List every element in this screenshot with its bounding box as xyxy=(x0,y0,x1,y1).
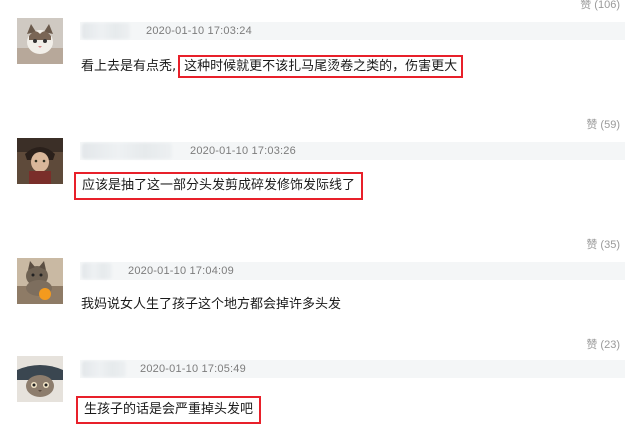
comment-meta: 2020-01-10 17:04:09 xyxy=(80,262,625,280)
username-blurred[interactable] xyxy=(82,263,112,279)
like-button[interactable]: 赞 (23) xyxy=(586,336,620,352)
comment-meta: 2020-01-10 17:05:49 xyxy=(80,360,625,378)
comment-timestamp: 2020-01-10 17:05:49 xyxy=(140,363,246,375)
highlighted-text: 这种时候就更不该扎马尾烫卷之类的，伤害更大 xyxy=(178,55,464,78)
cat-orange-avatar-icon xyxy=(17,258,63,304)
comment-text-plain: 看上去是有点秃, xyxy=(81,59,177,74)
comment-text: 看上去是有点秃, 这种时候就更不该扎马尾烫卷之类的，伤害更大 xyxy=(81,55,464,78)
cat-avatar-icon xyxy=(17,18,63,64)
cat-blanket-avatar-icon xyxy=(17,356,63,402)
comment-timestamp: 2020-01-10 17:03:24 xyxy=(146,25,252,37)
highlighted-text: 应该是抽了这一部分头发剪成碎发修饰发际线了 xyxy=(74,172,364,200)
username-blurred[interactable] xyxy=(82,143,172,159)
comment-meta: 2020-01-10 17:03:24 xyxy=(80,22,625,40)
avatar[interactable] xyxy=(17,18,63,64)
username-blurred[interactable] xyxy=(82,361,126,377)
avatar[interactable] xyxy=(17,356,63,402)
comment-timestamp: 2020-01-10 17:03:26 xyxy=(190,145,296,157)
comment-meta: 2020-01-10 17:03:26 xyxy=(80,142,625,160)
comment-text: 我妈说女人生了孩子这个地方都会掉许多头发 xyxy=(81,296,341,314)
highlighted-text: 生孩子的话是会严重掉头发吧 xyxy=(76,396,262,424)
username-blurred[interactable] xyxy=(82,23,130,39)
avatar[interactable] xyxy=(17,138,63,184)
like-button[interactable]: 赞 (35) xyxy=(586,236,620,252)
like-button[interactable]: 赞 (106) xyxy=(580,0,620,12)
comment-timestamp: 2020-01-10 17:04:09 xyxy=(128,265,234,277)
like-button[interactable]: 赞 (59) xyxy=(586,116,620,132)
portrait-avatar-icon xyxy=(17,138,63,184)
avatar[interactable] xyxy=(17,258,63,304)
comment-text-plain: 我妈说女人生了孩子这个地方都会掉许多头发 xyxy=(81,297,342,312)
